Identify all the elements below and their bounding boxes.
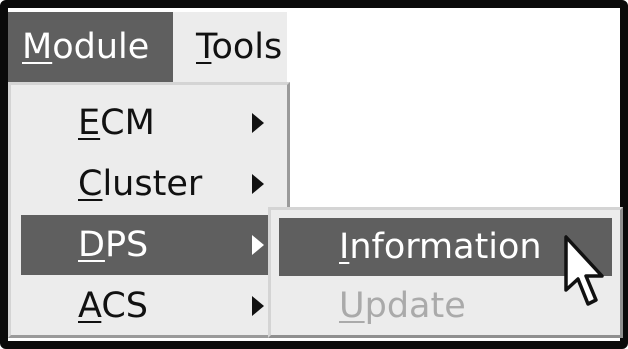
menu-item-ecm[interactable]: ECM (21, 93, 277, 153)
menu-module-label: odule (52, 27, 150, 67)
menu-item-cluster-text: luster (102, 164, 203, 204)
menu-item-cluster-mnemonic: C (78, 164, 103, 204)
submenu-arrow-icon (252, 235, 264, 255)
menu-item-dps-mnemonic: D (78, 225, 105, 265)
mouse-pointer-icon (564, 235, 604, 306)
submenu-arrow-icon (252, 296, 264, 316)
menu-item-dps-label: DPS (78, 215, 148, 275)
menu-item-dps[interactable]: DPS (21, 215, 277, 275)
menu-item-ecm-mnemonic: E (78, 103, 101, 143)
menu-module[interactable]: Module (8, 12, 173, 82)
submenu-item-information-label: Information (339, 218, 542, 276)
submenu-item-information-mnemonic: I (339, 227, 350, 267)
submenu-item-update-text: pdate (364, 286, 466, 326)
submenu-arrow-icon (252, 174, 264, 194)
module-dropdown-menu: ECM Cluster DPS ACS (8, 82, 290, 338)
menu-item-ecm-text: CM (100, 103, 155, 143)
menu-module-mnemonic: M (22, 27, 53, 67)
submenu-arrow-icon (252, 113, 264, 133)
menu-tools-label: ools (211, 27, 283, 67)
menu-item-acs[interactable]: ACS (21, 276, 277, 336)
menu-tools-mnemonic: T (196, 27, 212, 67)
menu-item-acs-text: CS (101, 286, 148, 326)
submenu-item-information-text: nformation (349, 227, 542, 267)
menu-tools[interactable]: Tools (180, 12, 287, 82)
menu-item-cluster-label: Cluster (78, 154, 202, 214)
menu-item-cluster[interactable]: Cluster (21, 154, 277, 214)
menu-item-acs-label: ACS (78, 276, 148, 336)
menu-item-acs-mnemonic: A (78, 286, 102, 326)
submenu-item-update-mnemonic: U (339, 286, 365, 326)
menu-bar: Module Tools (8, 12, 287, 82)
menu-item-dps-text: PS (104, 225, 149, 265)
submenu-item-update-label: Update (339, 277, 466, 335)
menu-item-ecm-label: ECM (78, 93, 155, 153)
